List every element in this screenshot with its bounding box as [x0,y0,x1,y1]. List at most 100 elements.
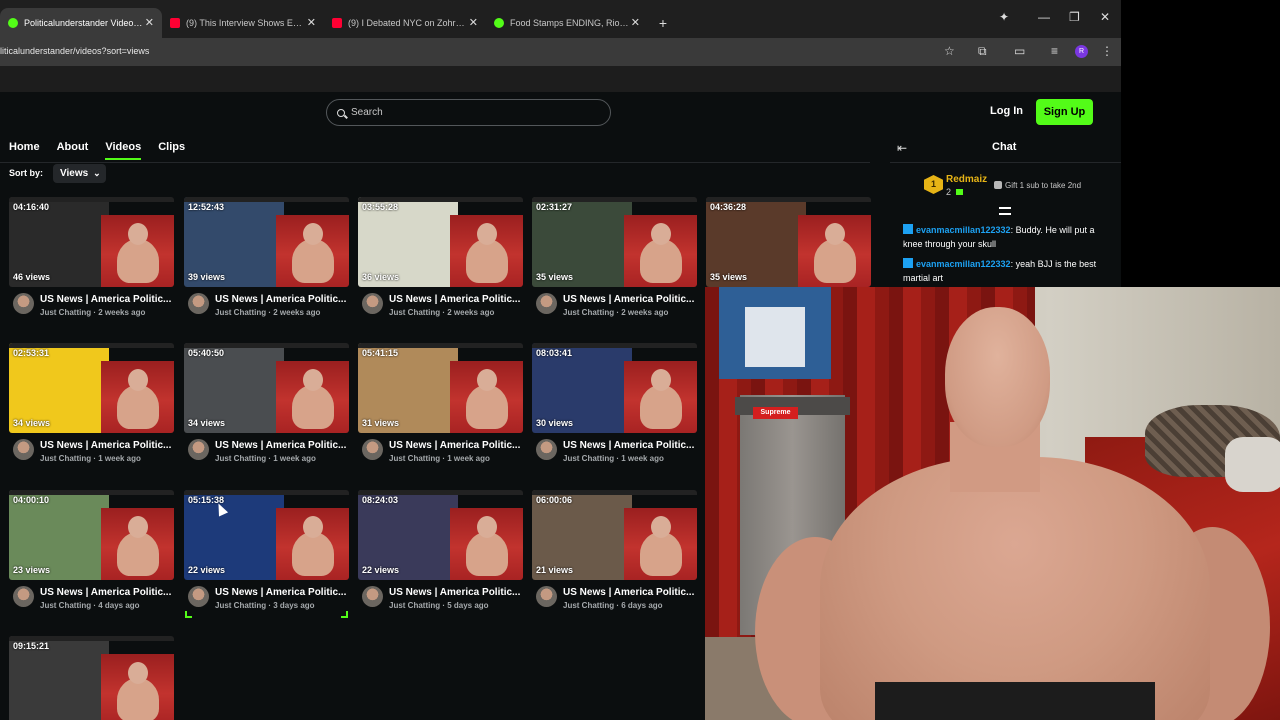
media-controls-icon[interactable]: ≡ [1051,44,1058,58]
restore-icon[interactable]: ❐ [1069,10,1080,24]
search-icon [337,108,345,117]
channel-avatar[interactable] [536,439,557,460]
tab-youtube-interview[interactable]: (9) This Interview Shows EXACTLY ✕ [162,8,324,38]
video-card[interactable]: 05:40:50 34 views US News | America Politi… [184,343,349,463]
thumbnail-streamer-head [651,516,671,538]
video-duration: 05:40:50 [188,348,225,358]
video-card[interactable]: 08:03:41 30 views US News | America Politi… [532,343,697,463]
side-panel-icon[interactable]: ▭ [1014,44,1025,58]
youtube-favicon-icon [170,18,180,28]
video-thumbnail[interactable]: 06:00:06 21 views [532,490,697,580]
bookmark-star-icon[interactable]: ☆ [944,44,955,58]
video-title[interactable]: US News | America Politic... [563,440,697,451]
tab-kick-videos[interactable]: Politicalunderstander Videos - Kick ✕ [0,8,162,38]
selection-corner-bl [185,611,192,618]
video-title[interactable]: US News | America Politic... [40,587,174,598]
video-title[interactable]: US News | America Politic... [389,440,523,451]
top-gifter-name[interactable]: Redmaiz [946,174,987,185]
chat-username[interactable]: evanmacmillan122332 [916,225,1011,235]
video-category-date: Just Chatting · 6 days ago [563,601,663,610]
chat-message: evanmacmillan122332: yeah BJJ is the bes… [903,257,1111,285]
url-field[interactable]: liticalunderstander/videos?sort=views [0,46,149,56]
gift-sub-cta[interactable]: Gift 1 sub to take 2nd [994,181,1081,190]
video-thumbnail[interactable]: 04:36:28 35 views [706,197,871,287]
video-title[interactable]: US News | America Politic... [389,294,523,305]
video-thumbnail[interactable]: 08:24:03 22 views [358,490,523,580]
youtube-favicon-icon [332,18,342,28]
video-card[interactable]: 09:15:21 [9,636,174,720]
video-card[interactable]: 04:00:10 23 views US News | America Politi… [9,490,174,610]
channel-avatar[interactable] [188,293,209,314]
video-thumbnail[interactable]: 04:00:10 23 views [9,490,174,580]
video-card[interactable]: 08:24:03 22 views US News | America Politi… [358,490,523,610]
video-title[interactable]: US News | America Politic... [563,587,697,598]
video-card[interactable]: 03:55:28 36 views US News | America Politi… [358,197,523,317]
video-title[interactable]: US News | America Politic... [40,440,174,451]
chat-username[interactable]: evanmacmillan122332 [916,259,1011,269]
video-card[interactable]: 04:16:40 46 views US News | America Politi… [9,197,174,317]
login-button[interactable]: Log In [990,105,1023,117]
video-thumbnail[interactable]: 08:03:41 30 views [532,343,697,433]
video-title[interactable]: US News | America Politic... [563,294,697,305]
channel-avatar[interactable] [536,586,557,607]
search-placeholder: Search [351,107,383,118]
video-thumbnail[interactable]: 02:31:27 35 views [532,197,697,287]
video-thumbnail[interactable]: 05:15:38 22 views [184,490,349,580]
video-thumbnail[interactable]: 05:40:50 34 views [184,343,349,433]
video-category-date: Just Chatting · 2 weeks ago [389,308,495,317]
search-input[interactable]: Search [326,99,611,126]
sort-dropdown[interactable]: Views ⌄ [53,164,106,183]
tab-about[interactable]: About [57,141,89,153]
close-window-icon[interactable]: ✕ [1100,10,1110,24]
video-thumbnail[interactable]: 02:53:31 34 views [9,343,174,433]
video-card[interactable]: 05:15:38 22 views US News | America Politi… [184,490,349,610]
channel-avatar[interactable] [13,293,34,314]
channel-avatar[interactable] [13,586,34,607]
video-thumbnail[interactable]: 12:52:43 39 views [184,197,349,287]
channel-avatar[interactable] [536,293,557,314]
tab-close-icon[interactable]: ✕ [145,16,154,29]
channel-avatar[interactable] [188,586,209,607]
video-card[interactable]: 04:36:28 35 views [706,197,871,287]
tab-clips[interactable]: Clips [158,141,185,153]
tab-kick-food-stamps[interactable]: Food Stamps ENDING, Riots Feared ✕ [486,8,648,38]
minimize-icon[interactable]: — [1038,10,1050,24]
video-card[interactable]: 05:41:15 31 views US News | America Politi… [358,343,523,463]
tab-close-icon[interactable]: ✕ [469,16,478,29]
video-title[interactable]: US News | America Politic... [389,587,523,598]
thumbnail-streamer-head [303,516,323,538]
collapse-chat-icon[interactable]: ⇤ [897,141,907,155]
tab-close-icon[interactable]: ✕ [631,16,640,29]
thumbnail-streamer [814,239,856,283]
video-title[interactable]: US News | America Politic... [40,294,174,305]
video-title[interactable]: US News | America Politic... [215,440,349,451]
new-tab-icon[interactable]: + [648,8,678,38]
video-thumbnail[interactable]: 05:41:15 31 views [358,343,523,433]
channel-avatar[interactable] [362,586,383,607]
video-card[interactable]: 06:00:06 21 views US News | America Politi… [532,490,697,610]
menu-kebab-icon[interactable]: ⋮ [1101,44,1113,58]
thumbnail-streamer-head [651,369,671,391]
tab-home[interactable]: Home [9,141,40,153]
video-thumbnail[interactable]: 03:55:28 36 views [358,197,523,287]
tab-close-icon[interactable]: ✕ [307,16,316,29]
channel-avatar[interactable] [362,293,383,314]
extensions-icon[interactable]: ⧉ [978,44,987,59]
tab-videos[interactable]: Videos [105,141,141,160]
address-bar: liticalunderstander/videos?sort=views ☆ … [0,38,1121,66]
tab-youtube-debate[interactable]: (9) I Debated NYC on Zohran Mamdani ✕ [324,8,486,38]
signup-button[interactable]: Sign Up [1036,99,1093,125]
video-title[interactable]: US News | America Politic... [215,587,349,598]
video-card[interactable]: 02:31:27 35 views US News | America Politi… [532,197,697,317]
pinned-scroll-icon[interactable] [999,207,1011,215]
tab-search-icon[interactable]: ✦ [999,10,1009,24]
video-thumbnail[interactable]: 04:16:40 46 views [9,197,174,287]
video-card[interactable]: 02:53:31 34 views US News | America Politi… [9,343,174,463]
profile-avatar[interactable]: R [1075,45,1088,58]
video-card[interactable]: 12:52:43 39 views US News | America Politi… [184,197,349,317]
channel-avatar[interactable] [13,439,34,460]
channel-avatar[interactable] [362,439,383,460]
channel-avatar[interactable] [188,439,209,460]
video-title[interactable]: US News | America Politic... [215,294,349,305]
video-thumbnail[interactable]: 09:15:21 [9,636,174,720]
